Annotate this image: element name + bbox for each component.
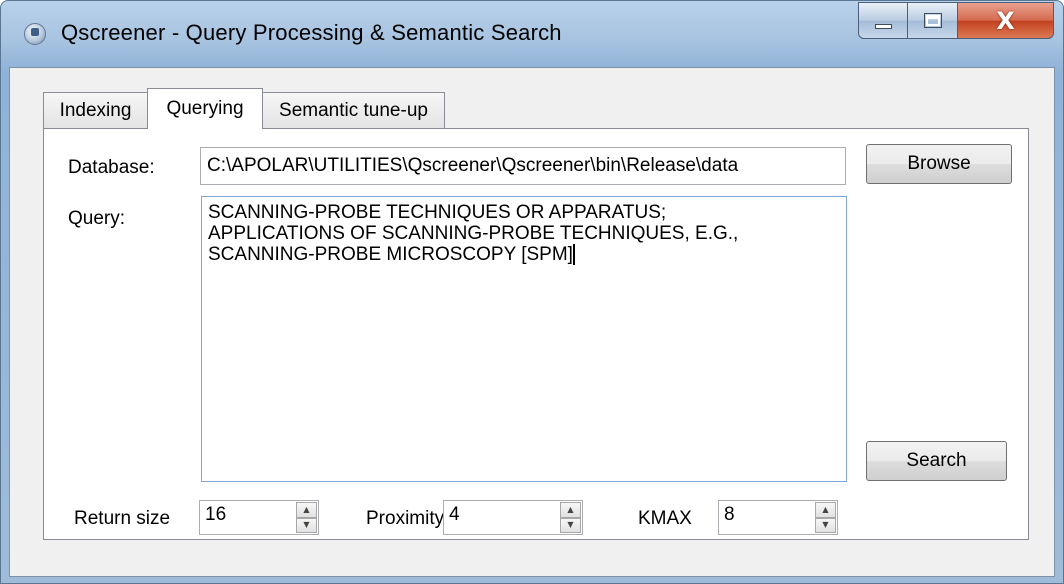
window-title: Qscreener - Query Processing & Semantic … <box>61 20 562 45</box>
spin-down-icon[interactable]: ▼ <box>560 517 581 533</box>
query-line: APPLICATIONS OF SCANNING-PROBE TECHNIQUE… <box>208 223 739 244</box>
tab-indexing-label: Indexing <box>59 100 132 121</box>
proximity-spin-buttons: ▲ ▼ <box>560 502 581 533</box>
maximize-icon <box>923 13 942 28</box>
query-line: SCANNING-PROBE MICROSCOPY [SPM] <box>208 244 573 265</box>
caption-buttons: X <box>858 2 1054 41</box>
maximize-button[interactable] <box>908 2 958 39</box>
minimize-icon <box>874 24 892 29</box>
close-icon: X <box>996 6 1015 35</box>
title-bar[interactable]: Qscreener - Query Processing & Semantic … <box>1 1 1063 67</box>
minimize-button[interactable] <box>858 2 908 39</box>
kmax-label: KMAX <box>638 508 692 529</box>
tab-semantic-tune-up-label: Semantic tune-up <box>279 100 428 121</box>
proximity-value: 4 <box>449 504 460 525</box>
kmax-stepper[interactable]: 8 ▲ ▼ <box>718 500 838 535</box>
tab-semantic-tune-up[interactable]: Semantic tune-up <box>262 92 445 129</box>
spin-down-icon[interactable]: ▼ <box>296 517 317 533</box>
spin-up-icon[interactable]: ▲ <box>560 502 581 518</box>
spin-down-icon[interactable]: ▼ <box>815 517 836 533</box>
spin-up-icon[interactable]: ▲ <box>296 502 317 518</box>
query-line-with-caret: SCANNING-PROBE MICROSCOPY [SPM] <box>208 244 840 265</box>
return-size-stepper[interactable]: 16 ▲ ▼ <box>199 500 319 535</box>
search-button[interactable]: Search <box>866 441 1007 481</box>
close-button[interactable]: X <box>958 2 1054 39</box>
database-label: Database: <box>68 157 155 178</box>
kmax-value: 8 <box>724 504 735 525</box>
proximity-label: Proximity <box>366 508 445 529</box>
tab-indexing[interactable]: Indexing <box>43 92 148 129</box>
kmax-spin-buttons: ▲ ▼ <box>815 502 836 533</box>
tab-querying[interactable]: Querying <box>147 88 263 129</box>
database-path-input[interactable]: C:\APOLAR\UTILITIES\Qscreener\Qscreener\… <box>200 147 846 185</box>
tab-querying-label: Querying <box>166 98 244 119</box>
text-caret <box>572 244 575 265</box>
spin-up-icon[interactable]: ▲ <box>815 502 836 518</box>
query-line: SCANNING-PROBE TECHNIQUES OR APPARATUS; <box>208 202 667 223</box>
return-size-value: 16 <box>205 504 227 525</box>
return-size-label: Return size <box>74 508 171 529</box>
query-textarea[interactable]: SCANNING-PROBE TECHNIQUES OR APPARATUS; A… <box>201 196 847 482</box>
app-icon[interactable] <box>24 23 46 45</box>
query-label: Query: <box>68 208 126 229</box>
browse-button[interactable]: Browse <box>866 144 1012 184</box>
return-size-spin-buttons: ▲ ▼ <box>296 502 317 533</box>
proximity-stepper[interactable]: 4 ▲ ▼ <box>443 500 583 535</box>
